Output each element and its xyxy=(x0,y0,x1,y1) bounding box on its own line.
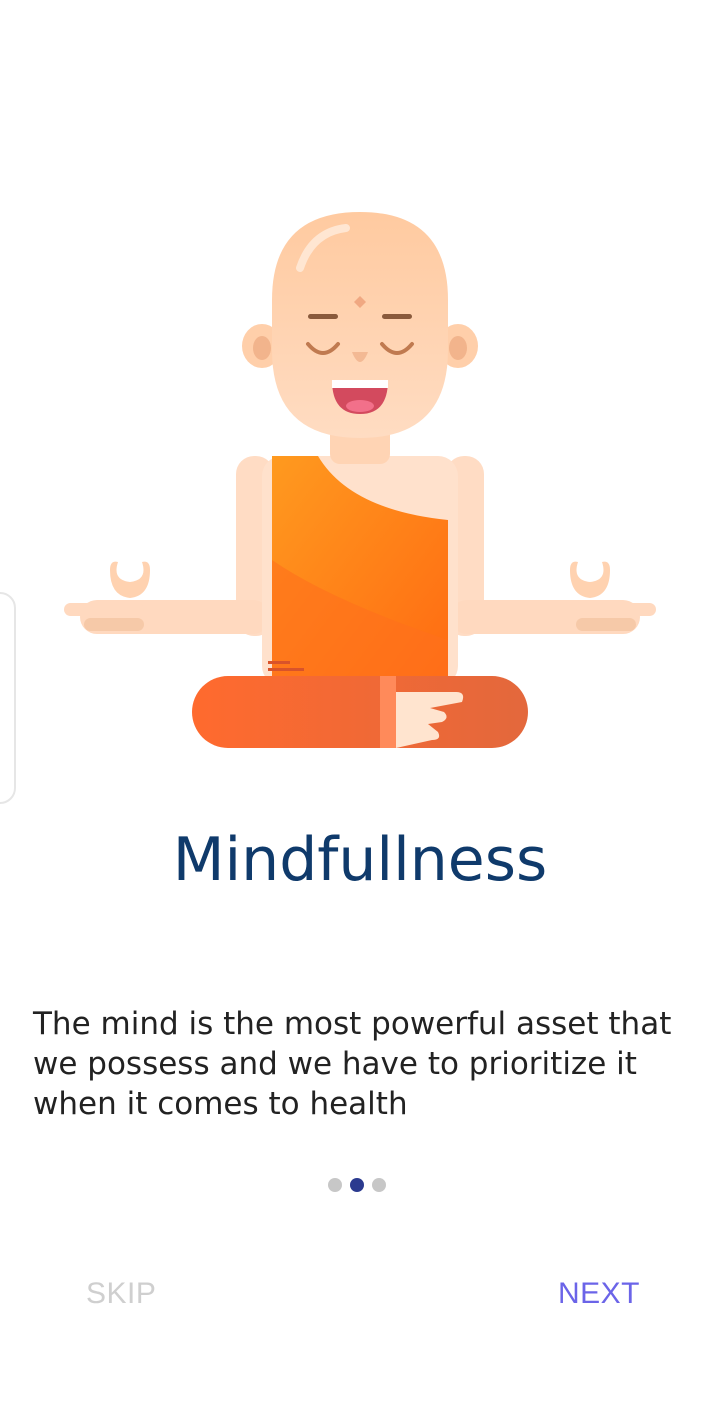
edge-panel-handle[interactable] xyxy=(0,592,16,804)
meditating-monk-illustration xyxy=(64,212,656,748)
next-button[interactable]: NEXT xyxy=(558,1274,640,1314)
page-title: Mindfullness xyxy=(172,825,548,895)
left-arm xyxy=(64,456,274,636)
head xyxy=(272,212,448,438)
page-indicator-dot-1 xyxy=(328,1178,342,1192)
page-indicator-dot-2-active xyxy=(350,1178,364,1192)
page-description: The mind is the most powerful asset that… xyxy=(33,1006,672,1122)
right-arm xyxy=(446,456,656,636)
page-indicator-dot-3 xyxy=(372,1178,386,1192)
page-indicator xyxy=(328,1178,386,1192)
onboarding-screen: Mindfullness The mind is the most powerf… xyxy=(0,0,720,1401)
crossed-legs xyxy=(192,676,528,748)
skip-button[interactable]: SKIP xyxy=(86,1274,156,1314)
